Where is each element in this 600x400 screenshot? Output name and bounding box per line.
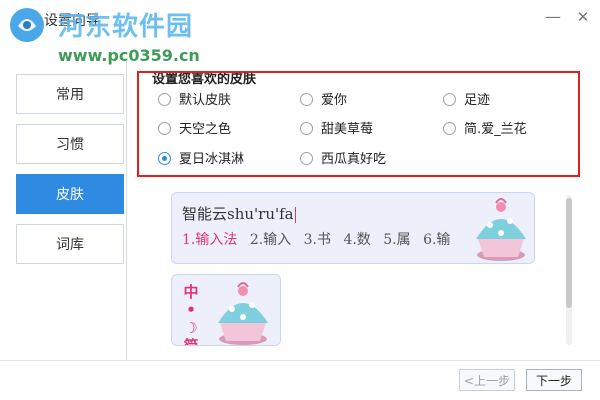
text-caret [294,207,296,223]
cupcake-icon [218,282,268,345]
preview-candidates: 1.输入法 2.输入 3.书 4.数 5.属 6.输 [182,229,458,249]
close-icon[interactable]: ✕ [574,8,592,26]
candidate: 2.输入 [249,232,292,248]
sidebar-item-common[interactable]: 常用 [16,74,124,114]
cupcake-icon [476,198,526,261]
sidebar-item-dictionary[interactable]: 词库 [16,224,124,264]
vertical-char: ☽ [184,319,198,337]
preview-vertical-text: 中 • ☽ 简 [182,283,200,346]
preview-pinyin-text: 智能云shu'ru'fa [182,205,294,223]
prev-step-button[interactable]: <上一步 [459,369,515,391]
highlight-box [137,71,580,177]
sidebar-item-habits[interactable]: 习惯 [16,124,124,164]
candidate: 5.属 [383,232,411,248]
watermark-logo [10,8,44,42]
candidate: 3.书 [303,232,331,248]
vertical-char: 中 [183,283,199,301]
skin-preview-horizontal: 智能云shu'ru'fa 1.输入法 2.输入 3.书 4.数 5.属 6.输 [171,192,535,264]
sidebar: 常用 习惯 皮肤 词库 [0,60,127,360]
footer-divider [0,360,600,361]
preview-pinyin: 智能云shu'ru'fa [182,203,296,224]
next-step-button[interactable]: 下一步 [526,369,582,391]
preview-scrollbar-thumb[interactable] [566,198,572,308]
skin-preview-vertical: 中 • ☽ 简 [171,274,281,346]
candidate: 4.数 [343,232,371,248]
sidebar-item-skin[interactable]: 皮肤 [16,174,124,214]
candidate: 6.输 [423,232,451,248]
minimize-icon[interactable]: — [544,8,562,26]
watermark-site: 河东软件园 [58,12,194,42]
vertical-char: • [186,301,196,319]
vertical-char: 简 [183,337,199,346]
candidate: 1.输入法 [182,232,238,248]
